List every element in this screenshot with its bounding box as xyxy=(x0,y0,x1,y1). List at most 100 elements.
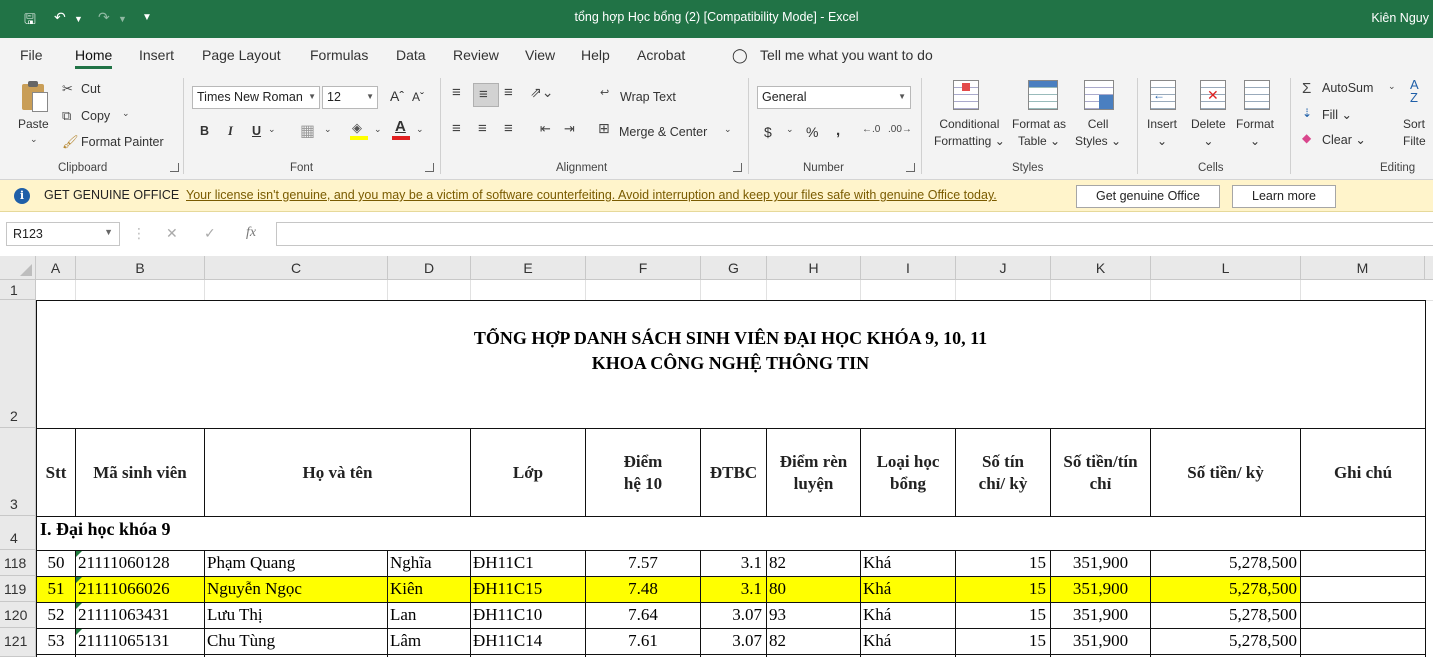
section-label[interactable]: I. Đại học khóa 9 xyxy=(40,519,171,540)
column-header-e[interactable]: E xyxy=(471,256,586,280)
row-header-3[interactable]: 3 xyxy=(0,428,36,516)
select-all-button[interactable] xyxy=(0,256,36,280)
decrease-decimal-icon[interactable]: .00→ xyxy=(888,124,912,135)
cell-ho[interactable]: Nguyễn Ngọc xyxy=(207,579,387,599)
message-link[interactable]: Your license isn't genuine, and you may … xyxy=(186,188,997,202)
header-diem-ren-luyen[interactable]: Điểm rèn luyện xyxy=(767,429,860,516)
cell-dtbc[interactable]: 3.07 xyxy=(701,605,762,625)
tab-formulas[interactable]: Formulas xyxy=(310,47,368,63)
align-top-icon[interactable]: ≡ xyxy=(452,84,461,101)
cancel-icon[interactable]: ✕ xyxy=(166,225,178,242)
cell-tien-tc[interactable]: 351,900 xyxy=(1051,553,1150,573)
cell-rl[interactable]: 82 xyxy=(769,631,859,651)
cell-loai[interactable]: Khá xyxy=(863,579,955,599)
cell-stt[interactable]: 52 xyxy=(37,605,75,625)
tab-help[interactable]: Help xyxy=(581,47,610,63)
italic-button[interactable]: I xyxy=(228,124,233,139)
increase-indent-icon[interactable]: ⇥ xyxy=(564,121,575,137)
column-header-i[interactable]: I xyxy=(861,256,956,280)
row-header-118[interactable]: 118 xyxy=(0,550,36,576)
column-header-c[interactable]: C xyxy=(205,256,388,280)
enter-icon[interactable]: ✓ xyxy=(204,225,216,242)
tab-review[interactable]: Review xyxy=(453,47,499,63)
cell-ho[interactable]: Phạm Quang xyxy=(207,553,387,573)
format-painter-button[interactable]: Format Painter xyxy=(81,135,164,149)
tab-insert[interactable]: Insert xyxy=(139,47,174,63)
header-stt[interactable]: Stt xyxy=(37,429,75,516)
formula-input[interactable] xyxy=(276,222,1433,246)
tab-home[interactable]: Home xyxy=(75,47,113,69)
insert-cells-button[interactable]: Insert ⌄ xyxy=(1147,116,1177,150)
column-header-h[interactable]: H xyxy=(767,256,861,280)
cell-stt[interactable]: 50 xyxy=(37,553,75,573)
cell-lop[interactable]: ĐH11C15 xyxy=(473,579,585,599)
cell-diem[interactable]: 7.61 xyxy=(586,631,700,651)
fill-color-icon[interactable]: ◈ xyxy=(350,120,368,140)
number-format-select[interactable]: General ▼ xyxy=(757,86,911,109)
font-name-select[interactable]: Times New Roman ▼ xyxy=(192,86,320,109)
bold-button[interactable]: B xyxy=(200,124,209,138)
align-left-icon[interactable]: ≡ xyxy=(452,120,461,137)
column-header-g[interactable]: G xyxy=(701,256,767,280)
cell-tien-tc[interactable]: 351,900 xyxy=(1051,605,1150,625)
cell-lop[interactable]: ĐH11C14 xyxy=(473,631,585,651)
header-dtbc[interactable]: ĐTBC xyxy=(701,429,766,516)
cell-tc[interactable]: 15 xyxy=(956,631,1046,651)
percent-button[interactable]: % xyxy=(806,124,818,140)
decrease-indent-icon[interactable]: ⇤ xyxy=(540,121,551,137)
format-as-table-button[interactable]: Format as Table ⌄ xyxy=(1012,116,1066,150)
cell-tc[interactable]: 15 xyxy=(956,553,1046,573)
clear-button[interactable]: Clear ⌄ xyxy=(1322,132,1366,147)
name-box-dropdown-icon[interactable]: ▼ xyxy=(104,227,113,237)
cell-lop[interactable]: ĐH11C1 xyxy=(473,553,585,573)
column-header-n[interactable] xyxy=(1425,256,1433,280)
cell-msv[interactable]: 21111065131 xyxy=(78,631,204,651)
cell-tc[interactable]: 15 xyxy=(956,605,1046,625)
column-header-d[interactable]: D xyxy=(388,256,471,280)
paste-button[interactable]: Paste xyxy=(18,116,49,133)
column-header-k[interactable]: K xyxy=(1051,256,1151,280)
cell-dtbc[interactable]: 3.1 xyxy=(701,579,762,599)
column-header-j[interactable]: J xyxy=(956,256,1051,280)
fill-color-dropdown-icon[interactable]: ⌄ xyxy=(374,124,382,135)
cell-stt[interactable]: 53 xyxy=(37,631,75,651)
underline-dropdown-icon[interactable]: ⌄ xyxy=(268,124,276,135)
cell-stt[interactable]: 51 xyxy=(37,579,75,599)
delete-cells-button[interactable]: Delete ⌄ xyxy=(1191,116,1226,150)
row-header-119[interactable]: 119 xyxy=(0,576,36,602)
currency-dropdown-icon[interactable]: ⌄ xyxy=(786,124,794,135)
cell-dtbc[interactable]: 3.07 xyxy=(701,631,762,651)
increase-decimal-icon[interactable]: ←.0 xyxy=(862,124,880,135)
get-genuine-office-button[interactable]: Get genuine Office xyxy=(1076,185,1220,208)
cell-ho[interactable]: Lưu Thị xyxy=(207,605,387,625)
row-header-4[interactable]: 4 xyxy=(0,516,36,550)
alignment-launcher[interactable] xyxy=(733,163,742,172)
cell-rl[interactable]: 80 xyxy=(769,579,859,599)
row-header-120[interactable]: 120 xyxy=(0,602,36,628)
cell-msv[interactable]: 21111066026 xyxy=(78,579,204,599)
header-diem-he-10[interactable]: Điểm hệ 10 xyxy=(586,429,700,516)
increase-font-icon[interactable]: Aˆ xyxy=(390,88,404,104)
cell-tien-ky[interactable]: 5,278,500 xyxy=(1151,579,1297,599)
paste-dropdown-icon[interactable]: ⌄ xyxy=(30,134,38,145)
cell-ten[interactable]: Kiên xyxy=(390,579,470,599)
currency-button[interactable]: $ xyxy=(764,124,772,140)
header-ghi-chu[interactable]: Ghi chú xyxy=(1301,429,1425,516)
cell-tien-tc[interactable]: 351,900 xyxy=(1051,631,1150,651)
header-ho-va-ten[interactable]: Họ và tên xyxy=(205,429,470,516)
header-ma-sinh-vien[interactable]: Mã sinh viên xyxy=(76,429,204,516)
merge-dropdown-icon[interactable]: ⌄ xyxy=(724,124,732,135)
cell-tien-ky[interactable]: 5,278,500 xyxy=(1151,605,1297,625)
format-cells-button[interactable]: Format ⌄ xyxy=(1236,116,1274,150)
borders-icon[interactable]: ▦ xyxy=(300,121,315,141)
font-color-dropdown-icon[interactable]: ⌄ xyxy=(416,124,424,135)
tab-acrobat[interactable]: Acrobat xyxy=(637,47,685,63)
row-header-2[interactable]: 2 xyxy=(0,300,36,428)
conditional-formatting-button[interactable]: Conditional Formatting ⌄ xyxy=(934,116,1005,150)
column-header-l[interactable]: L xyxy=(1151,256,1301,280)
clipboard-launcher[interactable] xyxy=(170,163,179,172)
cell-loai[interactable]: Khá xyxy=(863,605,955,625)
underline-button[interactable]: U xyxy=(252,124,261,138)
fill-button[interactable]: Fill ⌄ xyxy=(1322,107,1352,122)
orientation-icon[interactable]: ⇗⌄ xyxy=(530,84,553,101)
